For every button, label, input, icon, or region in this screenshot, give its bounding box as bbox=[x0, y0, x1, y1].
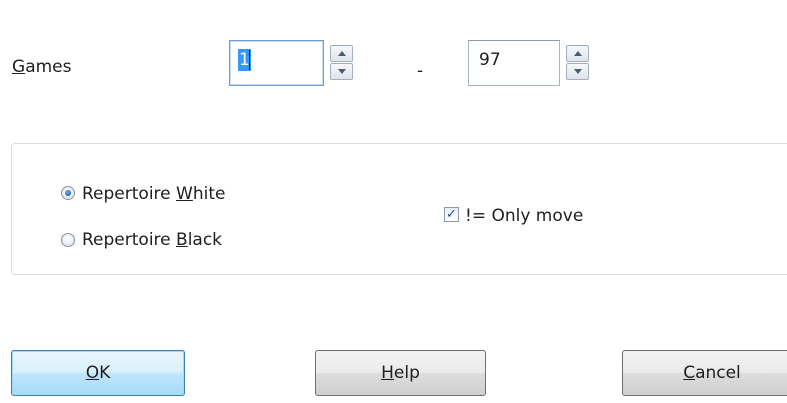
repertoire-white-label[interactable]: Repertoire White bbox=[82, 184, 225, 204]
help-button[interactable]: Help bbox=[315, 350, 486, 396]
cancel-button[interactable]: Cancel bbox=[622, 350, 787, 396]
games-from-decrement-button[interactable] bbox=[330, 63, 353, 80]
games-to-input[interactable]: 97 bbox=[468, 40, 560, 86]
games-from-increment-button[interactable] bbox=[330, 45, 353, 62]
games-to-increment-button[interactable] bbox=[566, 45, 589, 62]
only-move-checkbox[interactable]: ✓ bbox=[444, 207, 459, 222]
repertoire-black-radio[interactable] bbox=[61, 233, 75, 247]
arrow-up-icon bbox=[573, 51, 582, 56]
arrow-down-icon bbox=[573, 69, 582, 74]
range-separator: - bbox=[417, 61, 424, 81]
games-to-value: 97 bbox=[479, 50, 501, 70]
only-move-label[interactable]: != Only move bbox=[465, 206, 583, 226]
arrow-up-icon bbox=[337, 51, 346, 56]
games-to-decrement-button[interactable] bbox=[566, 63, 589, 80]
repertoire-white-radio[interactable] bbox=[61, 186, 75, 200]
repertoire-black-label[interactable]: Repertoire Black bbox=[82, 230, 222, 250]
ok-button[interactable]: OK bbox=[11, 350, 185, 396]
games-label: Games bbox=[12, 57, 72, 77]
options-group bbox=[11, 143, 787, 275]
arrow-down-icon bbox=[337, 69, 346, 74]
radio-selected-dot bbox=[65, 190, 71, 196]
text-caret bbox=[249, 50, 250, 70]
games-from-input[interactable]: 1 bbox=[229, 40, 324, 86]
checkmark-icon: ✓ bbox=[446, 207, 457, 222]
